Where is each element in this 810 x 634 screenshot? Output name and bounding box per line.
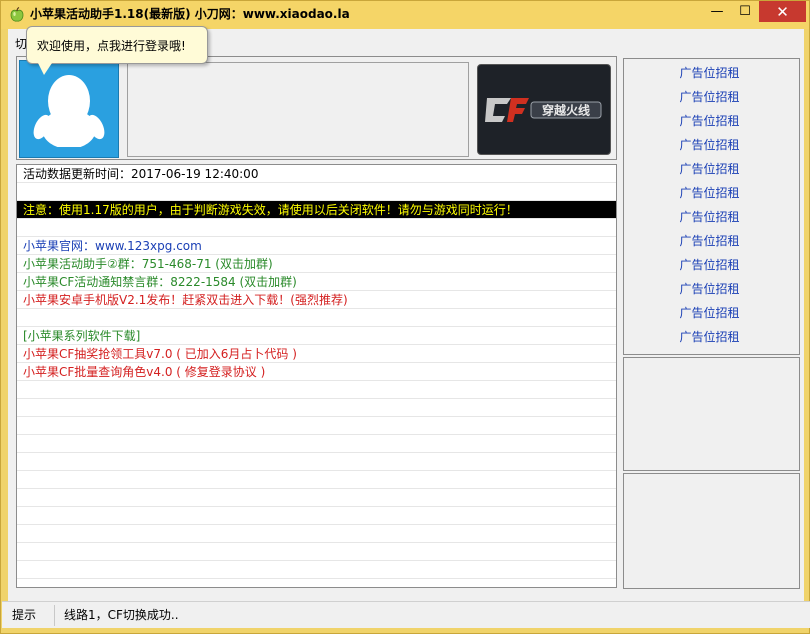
ad-link[interactable]: 广告位招租 xyxy=(620,205,799,229)
ad-link[interactable]: 广告位招租 xyxy=(620,181,799,205)
client-area: 切 穿越火线 活动数据更新时间：2017-06-19 12:40:00 注意：使… xyxy=(8,29,804,628)
log-row[interactable]: [小苹果系列软件下载] xyxy=(17,327,616,345)
header-panel: 穿越火线 xyxy=(16,56,617,160)
qq-penguin-icon xyxy=(20,75,118,157)
status-message: 线路1，CF切换成功.. xyxy=(64,608,179,622)
log-row[interactable] xyxy=(17,453,616,471)
log-row[interactable] xyxy=(17,381,616,399)
log-row[interactable] xyxy=(17,183,616,201)
ad-link[interactable]: 广告位招租 xyxy=(620,85,799,109)
app-window: 小苹果活动助手1.18(最新版) 小刀网：www.xiaodao.la — ☐ … xyxy=(0,0,810,634)
log-row[interactable] xyxy=(17,399,616,417)
login-tooltip[interactable]: 欢迎使用，点我进行登录哦! xyxy=(26,26,208,64)
ad-link[interactable]: 广告位招租 xyxy=(620,301,799,325)
tooltip-text: 欢迎使用，点我进行登录哦! xyxy=(37,39,186,53)
ad-link[interactable]: 广告位招租 xyxy=(620,277,799,301)
ad-link[interactable]: 广告位招租 xyxy=(620,133,799,157)
minimize-button[interactable]: — xyxy=(703,1,731,22)
log-row[interactable]: 小苹果安卓手机版V2.1发布！赶紧双击进入下载！(强烈推荐) xyxy=(17,291,616,309)
log-row[interactable] xyxy=(17,543,616,561)
login-avatar[interactable] xyxy=(19,60,119,158)
status-label: 提示 xyxy=(4,605,55,626)
ad-box-middle xyxy=(623,357,800,471)
close-button[interactable]: ✕ xyxy=(759,1,806,22)
notice-row[interactable]: 注意：使用1.17版的用户，由于判断游戏失效，请使用以后关闭软件！请勿与游戏同时… xyxy=(17,201,616,219)
ad-box-bottom xyxy=(623,473,800,589)
game-logo-text: 穿越火线 xyxy=(542,102,590,117)
window-title: 小苹果活动助手1.18(最新版) 小刀网：www.xiaodao.la xyxy=(30,7,350,21)
ad-link[interactable]: 广告位招租 xyxy=(620,325,799,349)
log-row[interactable]: 活动数据更新时间：2017-06-19 12:40:00 xyxy=(17,165,616,183)
status-bar: 提示 线路1，CF切换成功.. xyxy=(2,601,810,628)
log-row[interactable]: 小苹果活动助手②群：751-468-71 (双击加群) xyxy=(17,255,616,273)
log-row[interactable] xyxy=(17,435,616,453)
ad-panel: 广告位招租 广告位招租 广告位招租 广告位招租 广告位招租 广告位招租 广告位招租 广告位招租… xyxy=(623,58,800,355)
crossfire-logo-icon: 穿越火线 xyxy=(485,97,602,122)
ad-link[interactable]: 广告位招租 xyxy=(620,253,799,277)
log-row[interactable]: 小苹果CF抽奖抢领工具v7.0 ( 已加入6月占卜代码 ) xyxy=(17,345,616,363)
log-row[interactable] xyxy=(17,525,616,543)
tooltip-tail xyxy=(38,63,52,75)
title-bar[interactable]: 小苹果活动助手1.18(最新版) 小刀网：www.xiaodao.la — ☐ … xyxy=(1,1,809,29)
log-row[interactable] xyxy=(17,579,616,587)
ad-link[interactable]: 广告位招租 xyxy=(620,109,799,133)
activity-log[interactable]: 活动数据更新时间：2017-06-19 12:40:00 注意：使用1.17版的用… xyxy=(16,164,617,588)
account-info-box xyxy=(127,62,469,157)
log-row[interactable] xyxy=(17,471,616,489)
game-logo[interactable]: 穿越火线 xyxy=(477,64,611,155)
log-row[interactable]: 小苹果官网：www.123xpg.com xyxy=(17,237,616,255)
log-row[interactable] xyxy=(17,489,616,507)
log-row[interactable] xyxy=(17,561,616,579)
ad-link[interactable]: 广告位招租 xyxy=(620,229,799,253)
log-row[interactable]: 小苹果CF批量查询角色v4.0 ( 修复登录协议 ) xyxy=(17,363,616,381)
maximize-button[interactable]: ☐ xyxy=(731,1,759,22)
log-row[interactable]: 小苹果CF活动通知禁言群：8222-1584 (双击加群) xyxy=(17,273,616,291)
ad-link[interactable]: 广告位招租 xyxy=(620,157,799,181)
ad-link[interactable]: 广告位招租 xyxy=(620,61,799,85)
log-row[interactable] xyxy=(17,219,616,237)
log-row[interactable] xyxy=(17,507,616,525)
log-row[interactable] xyxy=(17,309,616,327)
log-row[interactable] xyxy=(17,417,616,435)
apple-icon xyxy=(10,7,24,22)
